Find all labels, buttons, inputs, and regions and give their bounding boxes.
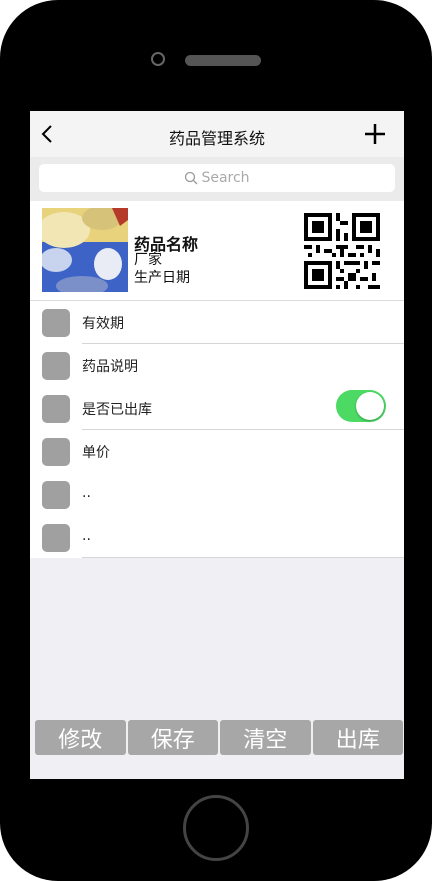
app-screen: 药品管理系统 Search 药品名称 厂家 生产日期 有效期 药品说明 是否已出… [30,111,404,779]
list-item-description[interactable]: 药品说明 [30,344,404,387]
search-icon [185,171,198,185]
phone-frame: 药品管理系统 Search 药品名称 厂家 生产日期 有效期 药品说明 是否已出… [0,0,432,881]
list-item-label: 药品说明 [82,359,138,375]
speaker-grille [185,55,261,66]
bottom-area: 修改 保存 清空 出库 [30,558,404,779]
item-icon [42,438,70,466]
item-icon [42,395,70,423]
list-item-dispatched: 是否已出库 [30,387,404,430]
list-item-expiry[interactable]: 有效期 [30,301,404,344]
list-item-label: .. [82,528,91,544]
navigation-bar: 药品管理系统 [30,111,404,157]
list-item-label: 是否已出库 [82,402,152,418]
search-placeholder: Search [201,170,250,186]
dispatched-toggle[interactable] [336,390,386,422]
add-button[interactable] [362,121,388,147]
item-icon [42,481,70,509]
page-title: 药品管理系统 [168,129,265,148]
search-bar: Search [30,157,404,201]
action-bar: 修改 保存 清空 出库 [35,720,403,755]
list-item-label: 有效期 [82,316,124,332]
home-button[interactable] [183,795,249,861]
toggle-knob [356,392,384,420]
drug-manufacturer: 厂家 [134,252,162,268]
save-button[interactable]: 保存 [127,720,218,755]
camera-icon [151,52,165,66]
plus-icon [365,124,385,144]
list-item-label: 单价 [82,445,110,461]
list-item-more-1[interactable]: .. [30,473,404,516]
item-icon [42,309,70,337]
list-item-more-2[interactable]: .. [30,516,404,559]
list-item-unit-price[interactable]: 单价 [30,430,404,473]
drug-photo[interactable] [42,208,128,292]
clear-button[interactable]: 清空 [220,720,311,755]
item-icon [42,524,70,552]
list-item-label: .. [82,485,91,501]
dispatch-button[interactable]: 出库 [312,720,403,755]
search-input[interactable]: Search [39,164,395,192]
drug-header-card: 药品名称 厂家 生产日期 [30,201,404,301]
detail-list: 有效期 药品说明 是否已出库 单价 .. .. [30,301,404,558]
item-icon [42,352,70,380]
qr-code[interactable] [304,213,380,289]
drug-production-date: 生产日期 [134,270,190,286]
edit-button[interactable]: 修改 [35,720,126,755]
